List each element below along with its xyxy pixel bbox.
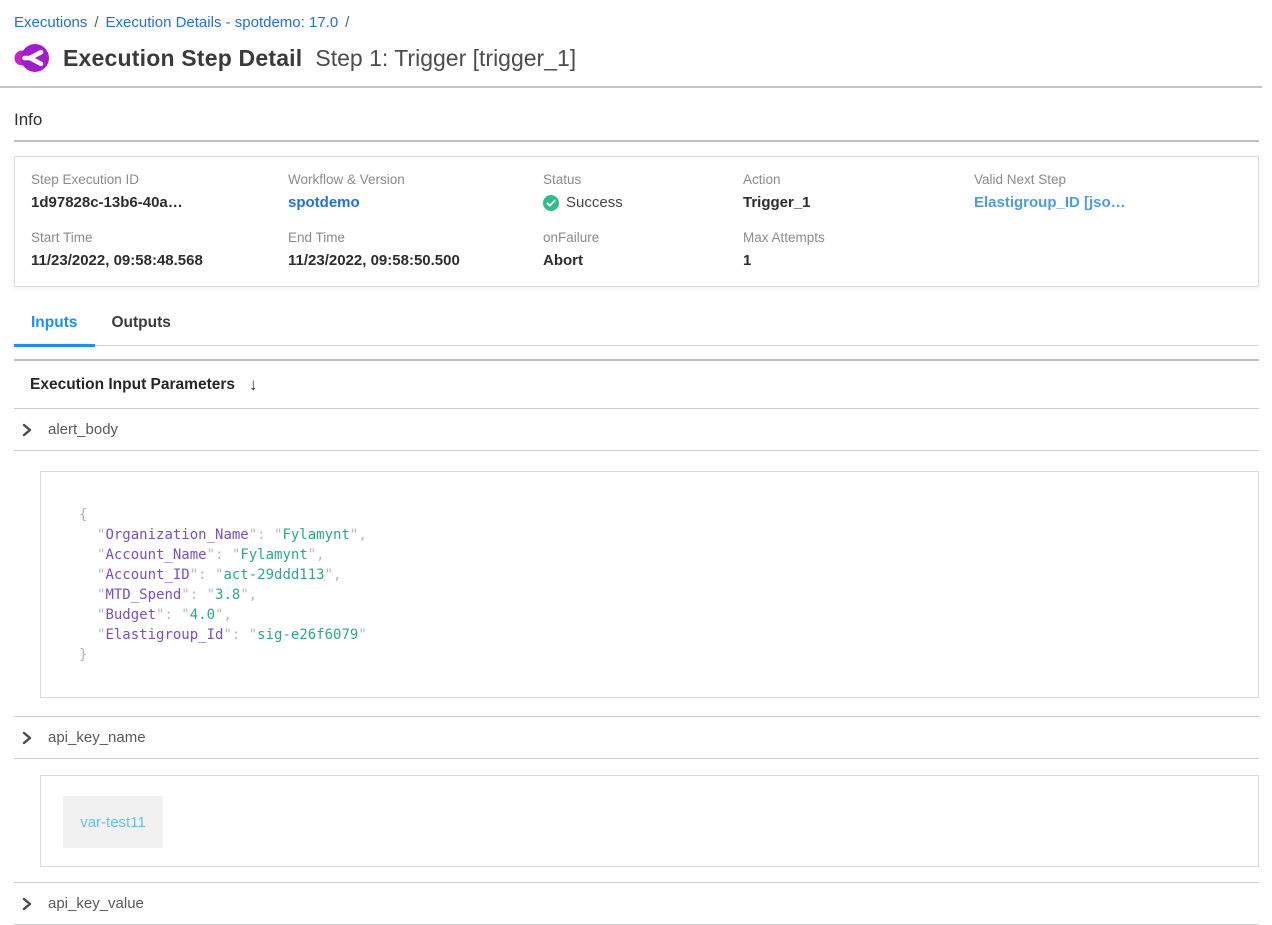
tabs-bar: InputsOutputs [14,314,1259,346]
field-value-workflow-version-link[interactable]: spotdemo [288,194,360,211]
json-colon-separator: ": " [249,527,283,543]
breadcrumb: Executions / Execution Details - spotdemo:… [0,0,1272,31]
json-close-quote: ", [325,567,342,583]
info-card: Step Execution ID 1d97828c-13b6-40a… Workf… [14,156,1259,287]
field-value-onfailure: Abort [543,252,583,269]
json-line-account-id: "Account_ID": "act-29ddd113", [79,565,1238,585]
breadcrumb-link-execution-details-spotdemo-17-0[interactable]: Execution Details - spotdemo: 17.0 [106,14,339,31]
param-name-api-key-name: api_key_name [48,729,146,746]
info-section-divider [14,140,1259,142]
param-content-alert-body: {"Organization_Name": "Fylamynt","Accoun… [40,471,1259,698]
tab-outputs[interactable]: Outputs [95,314,188,347]
execution-input-parameters-title: Execution Input Parameters [30,376,235,394]
json-line-budget: "Budget": "4.0", [79,605,1238,625]
field-start-time: Start Time 11/23/2022, 09:58:48.568 [31,230,288,270]
param-name-alert-body: alert_body [48,421,118,438]
page-title: Execution Step Detail [63,45,302,72]
page-header: Execution Step Detail Step 1: Trigger [t… [0,31,1272,73]
chevron-right-icon[interactable] [22,731,32,745]
json-key: Account_Name [105,547,206,563]
field-value-end-time: 11/23/2022, 09:58:50.500 [288,252,460,269]
json-value: act-29ddd113 [223,567,324,583]
field-value-action: Trigger_1 [743,194,811,211]
param-row-alert-body[interactable]: alert_body [0,409,1272,450]
json-close-quote: ", [240,587,257,603]
json-value: Fylamynt [282,527,349,543]
execution-input-parameters-header: Execution Input Parameters ↓ [0,361,1272,408]
json-close-quote: ", [215,607,232,623]
field-workflow-version: Workflow & Version spotdemo [288,172,543,212]
chevron-right-icon[interactable] [22,897,32,911]
json-close-quote: ", [308,547,325,563]
field-end-time: End Time 11/23/2022, 09:58:50.500 [288,230,543,270]
json-colon-separator: ": " [156,607,190,623]
json-line-mtd-spend: "MTD_Spend": "3.8", [79,585,1238,605]
json-colon-separator: ": " [223,627,257,643]
field-label-status: Status [543,172,743,187]
field-valid-next-step: Valid Next Step Elastigroup_ID [jso… [974,172,1242,212]
field-label-action: Action [743,172,974,187]
json-close-quote: ", [350,527,367,543]
json-line-account-name: "Account_Name": "Fylamynt", [79,545,1238,565]
parameters-list: alert_body{"Organization_Name": "Fylamyn… [0,409,1272,925]
json-close-brace: } [79,647,87,663]
chevron-right-icon[interactable] [22,423,32,437]
breadcrumb-separator: / [94,14,98,31]
breadcrumb-link-executions[interactable]: Executions [14,14,87,31]
field-value-start-time: 11/23/2022, 09:58:48.568 [31,252,203,269]
json-key: MTD_Spend [105,587,181,603]
success-icon [543,195,559,211]
json-key: Account_ID [105,567,189,583]
row-divider [14,450,1259,451]
param-name-api-key-value: api_key_value [48,895,144,912]
json-open-brace-line: { [79,505,1238,525]
json-close-quote: " [358,627,366,643]
field-label-valid-next-step: Valid Next Step [974,172,1242,187]
json-colon-separator: ": " [190,567,224,583]
field-label-onfailure: onFailure [543,230,743,245]
field-label-end-time: End Time [288,230,543,245]
field-max-attempts: Max Attempts 1 [743,230,974,270]
tab-inputs[interactable]: Inputs [14,314,95,347]
json-key: Organization_Name [105,527,248,543]
field-label-step-execution-id: Step Execution ID [31,172,288,187]
field-status: Status Success [543,172,743,212]
field-label-workflow-version: Workflow & Version [288,172,543,187]
param-row-api-key-value[interactable]: api_key_value [0,883,1272,924]
json-value: Fylamynt [240,547,307,563]
json-open-brace: { [79,507,87,523]
field-value-max-attempts: 1 [743,252,751,269]
field-value-valid-next-step-link[interactable]: Elastigroup_ID [jso… [974,194,1126,211]
param-content-api-key-name: var-test11 [40,775,1259,867]
json-value: sig-e26f6079 [257,627,358,643]
json-colon-separator: ": " [181,587,215,603]
json-key: Elastigroup_Id [105,627,223,643]
status-badge: Success [543,194,743,211]
field-label-max-attempts: Max Attempts [743,230,974,245]
api-key-name-value-chip: var-test11 [63,796,163,848]
sort-descending-icon[interactable]: ↓ [249,375,258,395]
field-label-start-time: Start Time [31,230,288,245]
json-line-elastigroup-id: "Elastigroup_Id": "sig-e26f6079" [79,625,1238,645]
status-text: Success [566,194,623,211]
breadcrumb-separator: / [345,14,349,31]
field-value-step-execution-id: 1d97828c-13b6-40a… [31,194,183,211]
fylamynt-logo-icon [14,43,50,73]
field-onfailure: onFailure Abort [543,230,743,270]
json-line-organization-name: "Organization_Name": "Fylamynt", [79,525,1238,545]
page-subtitle: Step 1: Trigger [trigger_1] [315,45,576,72]
field-step-execution-id: Step Execution ID 1d97828c-13b6-40a… [31,172,288,212]
row-divider [14,758,1259,759]
param-row-api-key-name[interactable]: api_key_name [0,717,1272,758]
json-key: Budget [105,607,156,623]
json-value: 4.0 [190,607,215,623]
json-value: 3.8 [215,587,240,603]
field-action: Action Trigger_1 [743,172,974,212]
info-section-title: Info [0,88,1272,140]
json-colon-separator: ": " [207,547,241,563]
json-code-block: {"Organization_Name": "Fylamynt","Accoun… [79,505,1238,665]
json-close-brace-line: } [79,645,1238,665]
